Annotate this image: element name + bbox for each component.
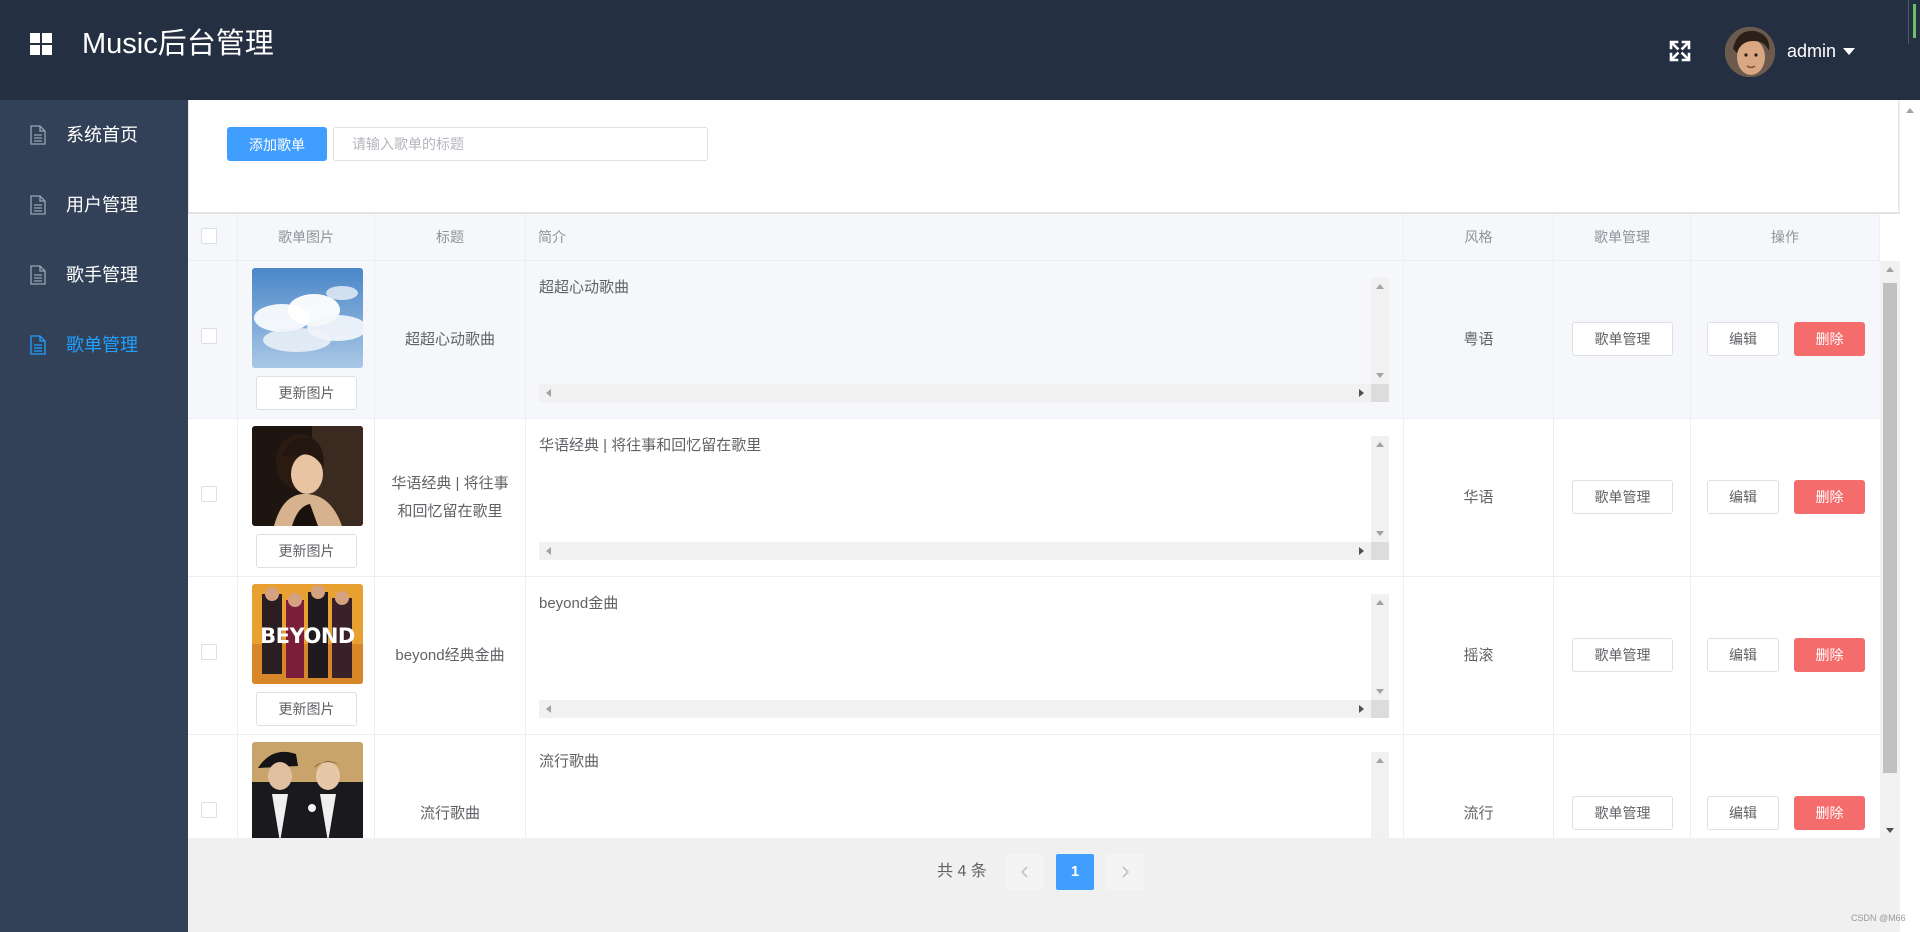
playlist-cover: [252, 268, 363, 368]
manage-playlist-button[interactable]: 歌单管理: [1572, 480, 1673, 514]
document-icon: [30, 125, 46, 145]
column-header-intro: 简介: [526, 214, 1404, 261]
intro-text: 流行歌曲: [539, 753, 600, 770]
cover-lettering: BEYOND: [260, 624, 355, 648]
playlist-style: 华语: [1463, 489, 1494, 506]
top-header: Music后台管理 admin: [0, 0, 1920, 100]
app-title: Music后台管理: [82, 28, 274, 60]
avatar[interactable]: [1725, 27, 1775, 77]
select-all-cell: [188, 214, 238, 261]
playlist-style: 粤语: [1463, 331, 1494, 348]
header-edge-widget: [1908, 0, 1920, 44]
vertical-scrollbar[interactable]: [1371, 752, 1389, 838]
sidebar-item-home[interactable]: 系统首页: [0, 100, 188, 170]
document-icon: [30, 195, 46, 215]
row-checkbox[interactable]: [201, 328, 217, 344]
playlist-style: 流行: [1463, 805, 1494, 822]
edit-button[interactable]: 编辑: [1707, 480, 1779, 514]
playlist-title: 超超心动歌曲: [404, 331, 495, 348]
vertical-scrollbar[interactable]: [1371, 594, 1389, 700]
table-scrollbar-thumb[interactable]: [1883, 283, 1897, 773]
intro-textarea[interactable]: beyond金曲: [539, 594, 1389, 718]
intro-textarea[interactable]: 流行歌曲: [539, 752, 1389, 838]
playlist-title: 华语经典 | 将往事和回忆留在歌里: [391, 475, 509, 520]
update-cover-button[interactable]: 更新图片: [256, 376, 357, 410]
edit-button[interactable]: 编辑: [1707, 638, 1779, 672]
row-checkbox[interactable]: [201, 644, 217, 660]
fullscreen-icon[interactable]: [1669, 40, 1691, 62]
edit-button[interactable]: 编辑: [1707, 322, 1779, 356]
delete-button[interactable]: 删除: [1794, 480, 1865, 514]
caret-down-icon[interactable]: [1843, 48, 1855, 55]
intro-text: beyond金曲: [539, 595, 619, 612]
delete-button[interactable]: 删除: [1794, 796, 1865, 830]
table-header: 歌单图片 标题 简介 风格 歌单管理 操作: [188, 214, 1880, 261]
sidebar-item-playlists[interactable]: 歌单管理: [0, 310, 188, 380]
add-playlist-button[interactable]: 添加歌单: [227, 127, 327, 161]
document-icon: [30, 335, 46, 355]
delete-button[interactable]: 删除: [1794, 322, 1865, 356]
row-checkbox[interactable]: [201, 486, 217, 502]
playlist-cover: BEYOND: [252, 584, 363, 684]
sidebar-item-label: 系统首页: [66, 125, 138, 145]
playlist-style: 摇滚: [1463, 647, 1494, 664]
pagination: 共 4 条 1: [188, 838, 1900, 932]
watermark: CSDN @M66: [1851, 913, 1906, 923]
edit-button[interactable]: 编辑: [1707, 796, 1779, 830]
sidebar-item-label: 歌单管理: [66, 335, 138, 355]
column-header-actions: 操作: [1691, 214, 1880, 261]
delete-button[interactable]: 删除: [1794, 638, 1865, 672]
document-icon: [30, 265, 46, 285]
select-all-checkbox[interactable]: [201, 228, 217, 244]
table-row: 更新图片 超超心动歌曲 超超心动歌曲 粤语 歌单管理 编辑 删除: [188, 261, 1880, 419]
table-row: BEYOND 更新图片 beyond经典金曲 beyond金曲 摇滚 歌单管理 …: [188, 577, 1880, 735]
main-content: 添加歌单 歌单图片 标题 简介 风格 歌单管理 操作: [188, 100, 1900, 932]
sidebar-item-label: 歌手管理: [66, 265, 138, 285]
pagination-total: 共 4 条: [937, 863, 987, 880]
prev-page-button[interactable]: [1006, 854, 1044, 890]
manage-playlist-button[interactable]: 歌单管理: [1572, 638, 1673, 672]
horizontal-scrollbar[interactable]: [539, 700, 1371, 718]
playlist-title: beyond经典金曲: [395, 647, 505, 664]
playlist-cover: [252, 426, 363, 526]
intro-textarea[interactable]: 超超心动歌曲: [539, 278, 1389, 402]
horizontal-scrollbar[interactable]: [539, 384, 1371, 402]
page-scrollbar[interactable]: [1900, 100, 1920, 932]
chevron-right-icon: [1122, 866, 1130, 878]
vertical-scrollbar[interactable]: [1371, 436, 1389, 542]
intro-text: 华语经典 | 将往事和回忆留在歌里: [539, 437, 762, 454]
playlist-title: 流行歌曲: [419, 805, 480, 822]
playlist-table: 歌单图片 标题 简介 风格 歌单管理 操作 更新图片 超超心动歌曲 超超心动歌曲…: [188, 213, 1900, 838]
column-header-cover: 歌单图片: [238, 214, 375, 261]
next-page-button[interactable]: [1106, 854, 1144, 890]
table-row: 更新图片 流行歌曲 流行歌曲 流行 歌单管理 编辑 删除: [188, 735, 1880, 838]
manage-playlist-button[interactable]: 歌单管理: [1572, 322, 1673, 356]
username[interactable]: admin: [1787, 40, 1836, 62]
sidebar: 系统首页 用户管理 歌手管理 歌单管理: [0, 100, 188, 932]
table-scrollbar[interactable]: [1880, 261, 1900, 838]
search-input[interactable]: [333, 127, 708, 161]
manage-playlist-button[interactable]: 歌单管理: [1572, 796, 1673, 830]
update-cover-button[interactable]: 更新图片: [256, 534, 357, 568]
menu-grid-icon[interactable]: [30, 33, 54, 57]
sidebar-item-label: 用户管理: [66, 195, 138, 215]
column-header-style: 风格: [1404, 214, 1554, 261]
sidebar-item-users[interactable]: 用户管理: [0, 170, 188, 240]
vertical-scrollbar[interactable]: [1371, 278, 1389, 384]
update-cover-button[interactable]: 更新图片: [256, 692, 357, 726]
chevron-left-icon: [1020, 866, 1028, 878]
intro-textarea[interactable]: 华语经典 | 将往事和回忆留在歌里: [539, 436, 1389, 560]
playlist-cover: [252, 742, 363, 838]
row-checkbox[interactable]: [201, 802, 217, 818]
column-header-manage: 歌单管理: [1554, 214, 1691, 261]
page-number-button[interactable]: 1: [1056, 854, 1094, 890]
table-row: 更新图片 华语经典 | 将往事和回忆留在歌里 华语经典 | 将往事和回忆留在歌里…: [188, 419, 1880, 577]
sidebar-item-singers[interactable]: 歌手管理: [0, 240, 188, 310]
column-header-title: 标题: [375, 214, 526, 261]
toolbar-card: 添加歌单: [188, 100, 1899, 213]
intro-text: 超超心动歌曲: [539, 279, 630, 296]
horizontal-scrollbar[interactable]: [539, 542, 1371, 560]
